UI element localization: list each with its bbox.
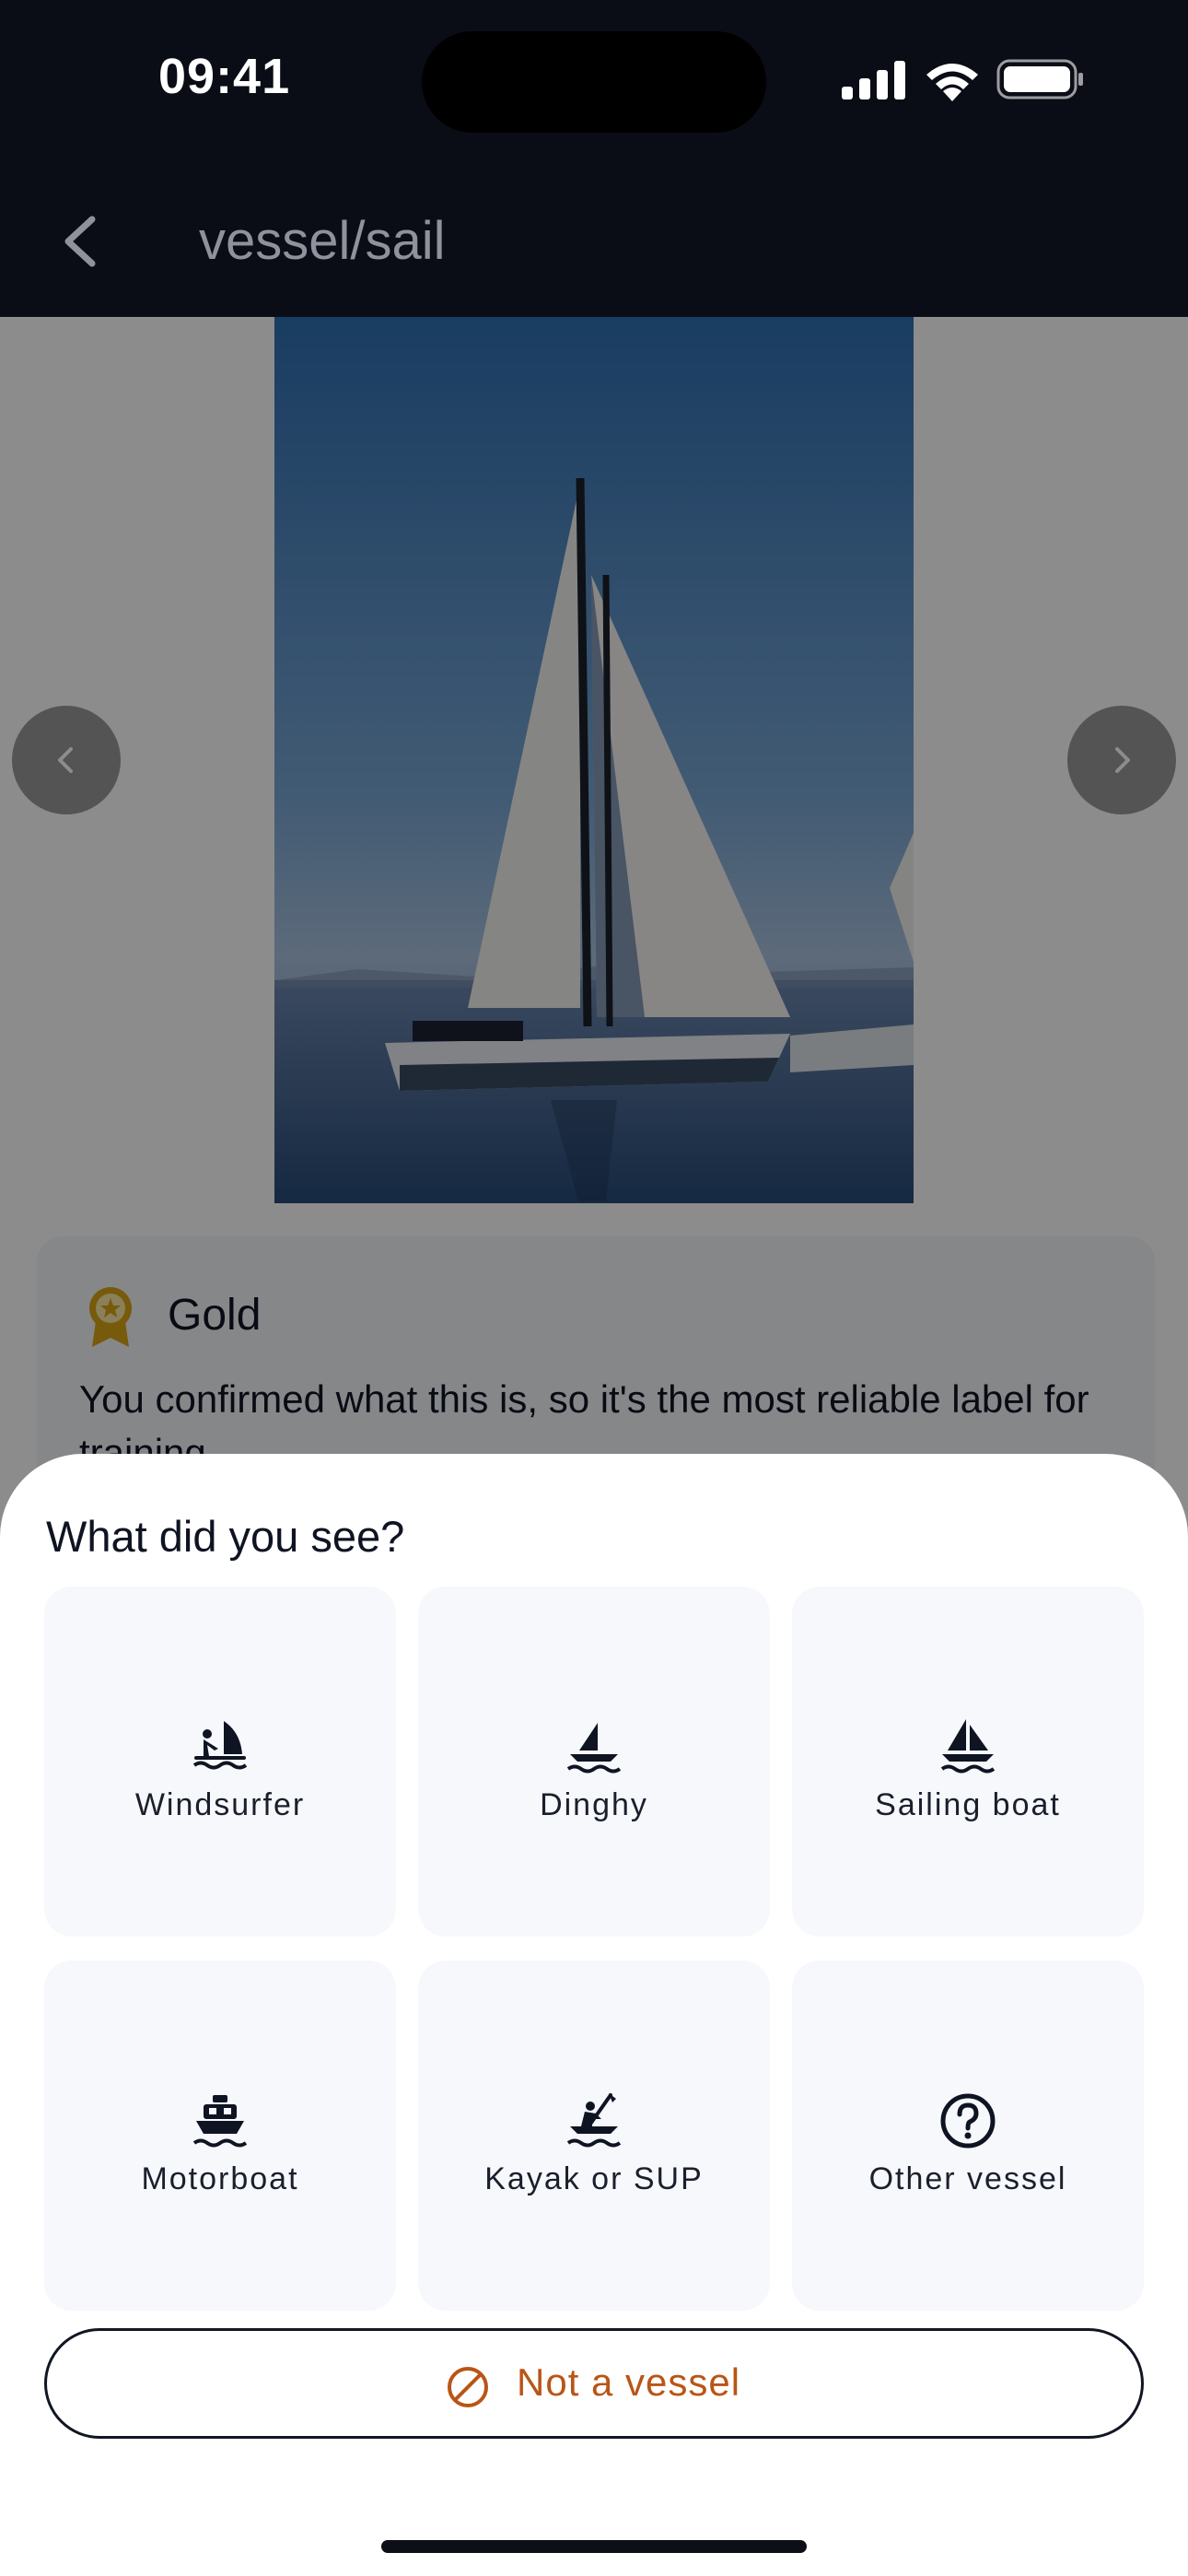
status-time: 09:41 xyxy=(158,49,291,104)
option-label: Other vessel xyxy=(868,2161,1067,2196)
option-label: Windsurfer xyxy=(134,1787,306,1822)
signal-icon xyxy=(842,61,905,100)
back-button[interactable] xyxy=(52,205,107,278)
sheet-title: What did you see? xyxy=(46,1512,405,1561)
option-motorboat[interactable]: Motorboat xyxy=(44,1961,396,2311)
not-a-vessel-label: Not a vessel xyxy=(517,2360,741,2404)
option-dinghy[interactable]: Dinghy xyxy=(418,1587,770,1937)
option-sailing-boat[interactable]: Sailing boat xyxy=(792,1587,1144,1937)
battery-icon xyxy=(996,59,1083,100)
kayak-icon xyxy=(566,2093,622,2148)
option-label: Motorboat xyxy=(141,2161,299,2196)
home-indicator[interactable] xyxy=(381,2540,807,2553)
option-label: Sailing boat xyxy=(875,1787,1061,1822)
page-title: vessel/sail xyxy=(199,211,446,271)
option-other-vessel[interactable]: Other vessel xyxy=(792,1961,1144,2311)
sailing-boat-icon xyxy=(940,1719,996,1774)
option-label: Kayak or SUP xyxy=(484,2161,704,2196)
option-kayak-sup[interactable]: Kayak or SUP xyxy=(418,1961,770,2311)
wifi-icon xyxy=(926,64,978,101)
question-circle-icon xyxy=(940,2093,996,2149)
option-windsurfer[interactable]: Windsurfer xyxy=(44,1587,396,1937)
prohibited-icon xyxy=(448,2367,488,2407)
windsurfer-icon xyxy=(192,1721,248,1770)
option-label: Dinghy xyxy=(540,1787,648,1822)
nav-bar xyxy=(0,147,1188,317)
motorboat-icon xyxy=(192,2095,248,2148)
dynamic-island xyxy=(422,31,766,133)
not-a-vessel-button[interactable]: Not a vessel xyxy=(44,2328,1144,2439)
dinghy-icon xyxy=(566,1723,622,1774)
